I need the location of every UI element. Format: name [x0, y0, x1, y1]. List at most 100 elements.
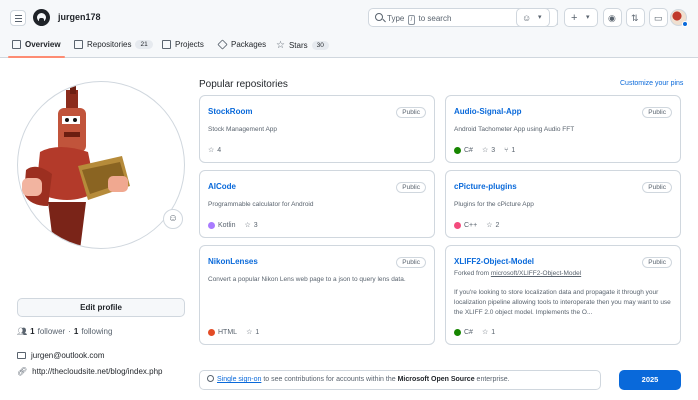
forked-from-link[interactable]: microsoft/XLIFF2-Object-Model [491, 270, 581, 277]
star-icon: ☆ [246, 329, 253, 336]
header-username[interactable]: jurgen178 [58, 12, 101, 22]
package-icon [217, 39, 228, 50]
create-new-button[interactable]: + ▾ [564, 8, 598, 27]
repo-description: Convert a popular Nikon Lens web page to… [208, 276, 406, 283]
star-icon: ☆ [481, 329, 489, 336]
stars-link[interactable]: ☆ 1 [246, 328, 259, 337]
email-link[interactable]: jurgen@outlook.com [31, 351, 105, 360]
copilot-icon: ☺ [522, 13, 532, 23]
search-icon [375, 13, 383, 21]
star-icon: ☆ [244, 222, 251, 229]
tab-projects[interactable]: Projects [162, 40, 204, 49]
repo-name-link[interactable]: Audio-Signal-App [454, 107, 522, 116]
stars-link[interactable]: ☆ 4 [208, 146, 221, 155]
star-icon: ☆ [481, 147, 489, 154]
sso-link[interactable]: Single sign-on [217, 376, 261, 383]
stars-link[interactable]: ☆ 3 [481, 146, 495, 155]
following-count[interactable]: 1 [74, 327, 78, 336]
tab-label: Repositories [87, 40, 132, 49]
repo-name-link[interactable]: cPicture-plugins [454, 182, 517, 191]
user-avatar-small[interactable] [670, 9, 688, 27]
table-icon [162, 40, 171, 49]
book-icon [12, 40, 21, 49]
repo-meta: ☆ 4 [208, 146, 221, 155]
tab-label: Packages [231, 40, 267, 49]
sso-org: Microsoft Open Source [397, 376, 475, 383]
stars-link[interactable]: ☆ 1 [481, 328, 495, 337]
repo-card: NikonLenses Public Convert a popular Nik… [199, 245, 435, 345]
inbox-icon: ▭ [654, 13, 663, 23]
repo-icon [74, 40, 83, 49]
issues-button[interactable]: ◉ [603, 8, 622, 27]
edit-profile-button[interactable]: Edit profile [17, 298, 185, 317]
people-icon: 👥︎ [17, 327, 28, 336]
copilot-button[interactable]: ☺ ▾ [516, 8, 550, 27]
header-divider [557, 10, 558, 25]
star-icon: ☆ [276, 40, 285, 51]
sso-tail: enterprise. [476, 376, 510, 383]
chevron-down-icon: ▾ [538, 14, 542, 21]
language-color-dot [454, 328, 461, 336]
repo-meta: HTML ☆ 1 [208, 328, 259, 336]
customize-pins-link[interactable]: Customize your pins [620, 80, 683, 87]
repo-name-link[interactable]: NikonLenses [208, 257, 258, 266]
email-row: jurgen@outlook.com [17, 351, 105, 360]
repo-card: AICode Public Programmable calculator fo… [199, 170, 435, 238]
search-placeholder: Type / to search [387, 14, 452, 25]
set-status-button[interactable]: ☺ [163, 209, 183, 229]
repo-language: C# [454, 146, 473, 154]
star-icon: ☆ [208, 147, 215, 154]
menu-button[interactable] [10, 10, 26, 26]
repo-name-link[interactable]: StockRoom [208, 107, 252, 116]
repo-description: Android Tachometer App using Audio FFT [454, 126, 575, 133]
github-logo-icon[interactable] [33, 9, 50, 26]
pull-request-icon: ⇅ [631, 13, 639, 23]
repo-meta: Kotlin ☆ 3 [208, 221, 258, 229]
visibility-badge: Public [642, 107, 672, 118]
tab-overview[interactable]: Overview [12, 40, 61, 49]
tab-label: Projects [175, 40, 204, 49]
stars-link[interactable]: ☆ 2 [486, 221, 499, 230]
website-link[interactable]: http://thecloudsite.net/blog/index.php [32, 367, 162, 376]
repo-card: cPicture-plugins Public Plugins for the … [445, 170, 681, 238]
repo-card: StockRoom Public Stock Management App ☆ 4 [199, 95, 435, 163]
followers-count[interactable]: 1 [30, 327, 34, 336]
tab-count: 21 [135, 40, 153, 49]
inbox-button[interactable]: ▭ [649, 8, 668, 27]
avatar-image [22, 86, 130, 248]
sso-text: to see contributions for accounts within… [263, 376, 396, 383]
repo-meta: C# ☆ 3 ⑂ 1 [454, 146, 515, 154]
tab-stars[interactable]: ☆ Stars 30 [276, 40, 329, 51]
repo-language: HTML [208, 328, 237, 336]
language-color-dot [454, 146, 461, 154]
tab-packages[interactable]: Packages [217, 39, 267, 50]
tab-repositories[interactable]: Repositories 21 [74, 40, 153, 49]
profile-avatar[interactable] [17, 81, 185, 249]
pull-requests-button[interactable]: ⇅ [626, 8, 645, 27]
followers-label[interactable]: follower [38, 327, 66, 336]
repo-card: Audio-Signal-App Public Android Tachomet… [445, 95, 681, 163]
following-label[interactable]: following [81, 327, 112, 336]
repo-description: Plugins for the cPicture App [454, 201, 534, 208]
year-2025-button[interactable]: 2025 [619, 370, 681, 390]
language-color-dot [454, 221, 461, 229]
mail-icon [17, 352, 26, 359]
issues-icon: ◉ [608, 13, 616, 23]
tab-label: Overview [25, 40, 61, 49]
plus-icon: + [571, 12, 578, 24]
forked-from: Forked from microsoft/XLIFF2-Object-Mode… [454, 270, 582, 277]
visibility-badge: Public [396, 182, 426, 193]
active-tab-indicator [8, 56, 65, 58]
repo-name-link[interactable]: AICode [208, 182, 236, 191]
repo-meta: C++ ☆ 2 [454, 221, 499, 229]
repo-description: Stock Management App [208, 126, 278, 133]
repo-language: C++ [454, 221, 477, 229]
stars-link[interactable]: ☆ 3 [244, 221, 258, 230]
info-icon [207, 375, 214, 382]
repo-language: C# [454, 328, 473, 336]
forks-link[interactable]: ⑂ 1 [504, 147, 515, 154]
link-icon: 🔗︎ [17, 367, 28, 376]
language-color-dot [208, 328, 215, 336]
repo-name-link[interactable]: XLIFF2-Object-Model [454, 257, 534, 266]
language-color-dot [208, 221, 215, 229]
